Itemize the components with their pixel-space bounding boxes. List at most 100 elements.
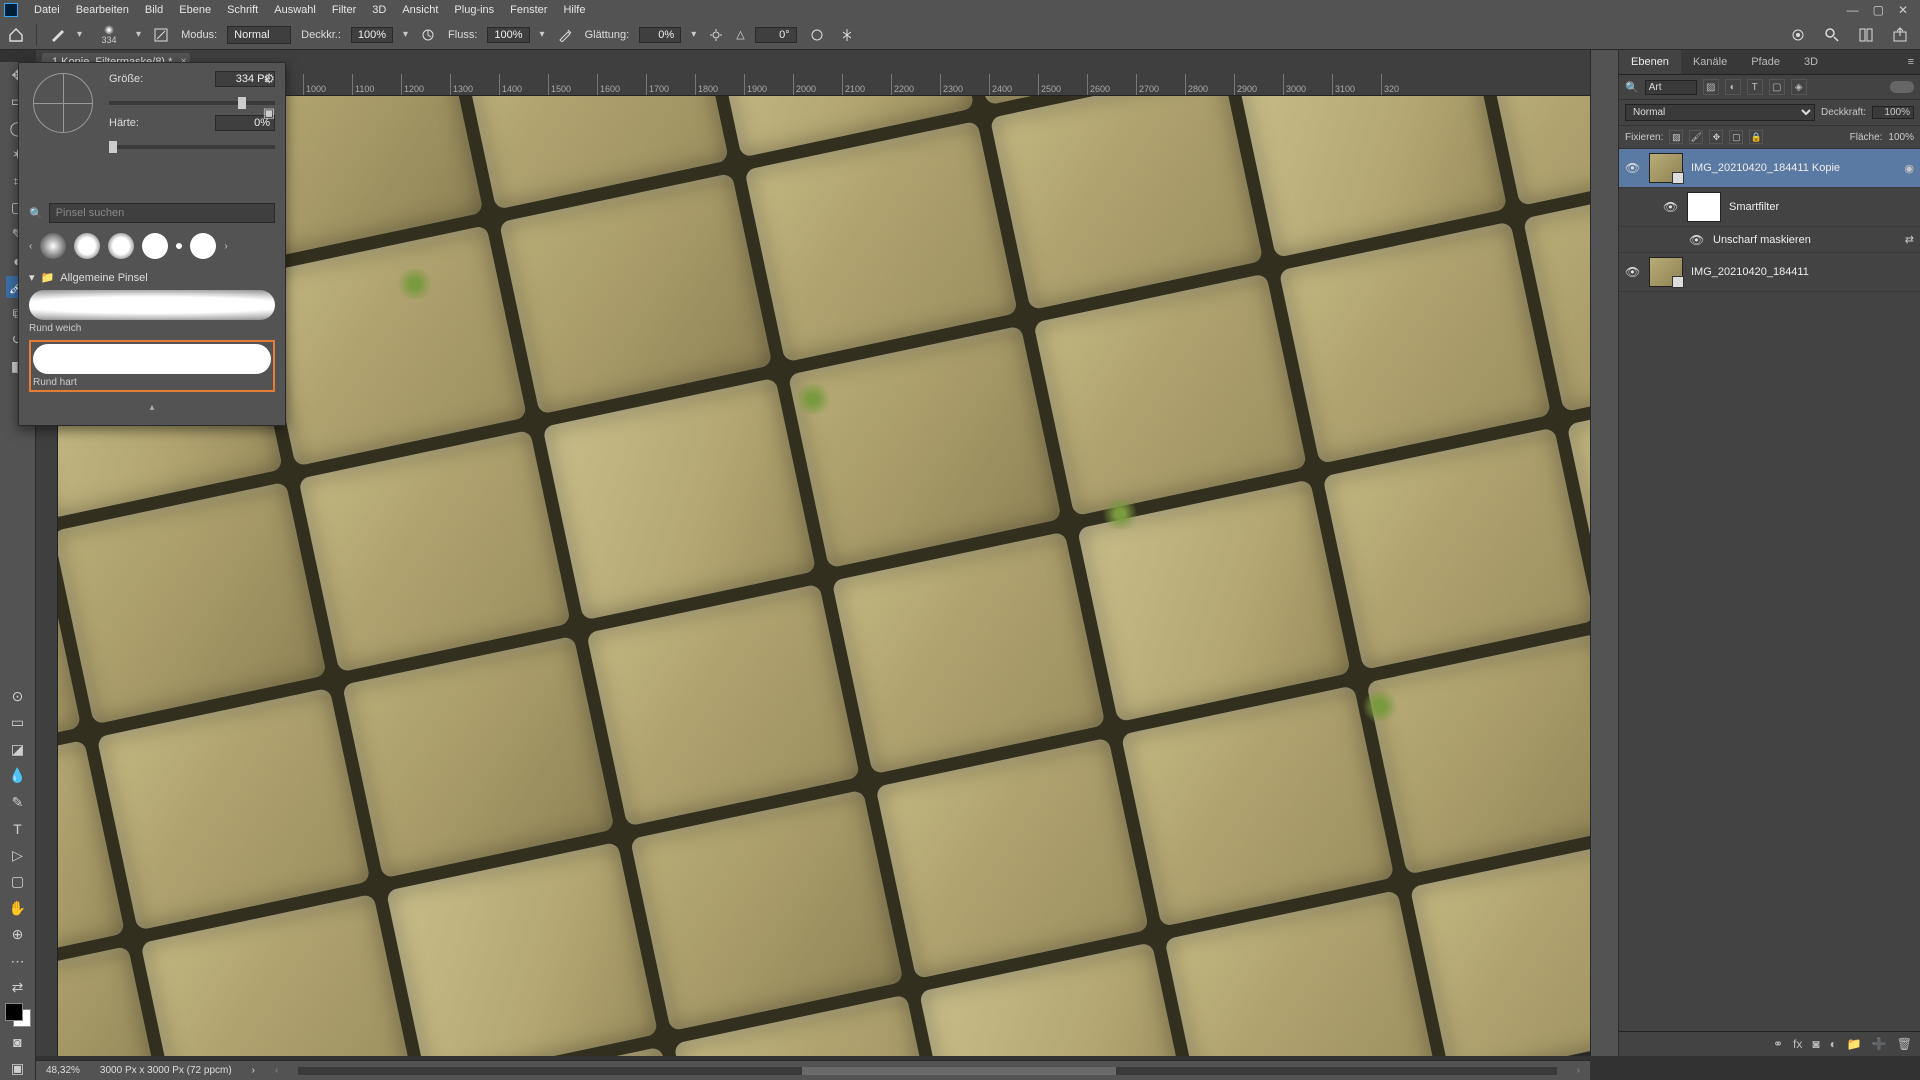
visibility-toggle-icon[interactable]: 👁 <box>1663 200 1679 214</box>
filter-blending-icon[interactable]: ⇄ <box>1905 233 1914 246</box>
window-maximize-icon[interactable]: ▢ <box>1873 3 1884 17</box>
workspace-icon[interactable] <box>1856 25 1876 45</box>
scroll-left-icon[interactable]: ‹ <box>275 1065 278 1076</box>
layer-mask-icon[interactable]: ◙ <box>1812 1037 1819 1051</box>
layer-thumbnail[interactable] <box>1649 153 1683 183</box>
brush-search-input[interactable]: Pinsel suchen <box>49 203 275 223</box>
layer-row-original[interactable]: 👁 IMG_20210420_184411 <box>1619 253 1920 292</box>
layer-fx-icon[interactable]: fx <box>1793 1037 1802 1051</box>
layer-opacity-value[interactable]: 100% <box>1872 106 1914 119</box>
search-icon[interactable] <box>1822 25 1842 45</box>
horizontal-scrollbar[interactable] <box>298 1067 1556 1075</box>
zoom-level[interactable]: 48,32% <box>46 1065 80 1076</box>
doc-info-arrow-icon[interactable]: › <box>252 1065 255 1076</box>
layer-fill-value[interactable]: 100% <box>1888 132 1914 143</box>
brush-new-preset-icon[interactable]: ▣ <box>263 105 275 121</box>
brush-size-slider[interactable] <box>109 101 275 105</box>
layer-filter-kind[interactable]: Art <box>1645 80 1697 95</box>
opacity-pressure-icon[interactable] <box>418 25 438 45</box>
size-pressure-icon[interactable] <box>807 25 827 45</box>
brush-tip-med1[interactable] <box>74 233 100 259</box>
scroll-right-icon[interactable]: › <box>1577 1065 1580 1076</box>
brush-preset-soft-round[interactable]: Rund weich <box>29 290 275 334</box>
filter-smart-icon[interactable]: ◈ <box>1791 79 1807 95</box>
edit-toolbar-icon[interactable]: ⇄ <box>6 976 30 998</box>
filter-adjust-icon[interactable]: ◐ <box>1725 79 1741 95</box>
type-tool-icon[interactable]: T <box>6 818 30 840</box>
brush-tip-med2[interactable] <box>108 233 134 259</box>
brush-tips-right-icon[interactable]: › <box>224 241 227 252</box>
menu-hilfe[interactable]: Hilfe <box>555 0 593 20</box>
menu-ansicht[interactable]: Ansicht <box>394 0 446 20</box>
cloud-docs-icon[interactable] <box>1788 25 1808 45</box>
brush-tip-small[interactable] <box>176 243 182 249</box>
tab-ebenen[interactable]: Ebenen <box>1619 50 1681 74</box>
menu-fenster[interactable]: Fenster <box>502 0 555 20</box>
delete-layer-icon[interactable]: 🗑 <box>1897 1037 1912 1051</box>
unsharp-mask-row[interactable]: 👁 Unscharf maskieren ⇄ <box>1619 227 1920 253</box>
layer-name[interactable]: IMG_20210420_184411 Kopie <box>1691 162 1840 174</box>
visibility-toggle-icon[interactable]: 👁 <box>1625 265 1641 279</box>
tab-kanaele[interactable]: Kanäle <box>1681 50 1739 74</box>
path-select-tool-icon[interactable]: ▷ <box>6 844 30 866</box>
lock-position-icon[interactable]: ✥ <box>1709 130 1723 144</box>
layer-name[interactable]: IMG_20210420_184411 <box>1691 266 1809 278</box>
smoothing-options-icon[interactable] <box>706 25 726 45</box>
filter-toggle[interactable] <box>1890 81 1914 93</box>
menu-schrift[interactable]: Schrift <box>219 0 266 20</box>
shape-tool-icon[interactable]: ▢ <box>6 870 30 892</box>
window-minimize-icon[interactable]: — <box>1847 3 1859 17</box>
lock-paint-icon[interactable]: 🖌 <box>1689 130 1703 144</box>
menu-auswahl[interactable]: Auswahl <box>266 0 324 20</box>
brush-tip-hard[interactable] <box>190 233 216 259</box>
brush-preset-picker[interactable]: 334 <box>92 23 126 47</box>
flow-value[interactable]: 100% <box>487 27 529 43</box>
layer-row-copy[interactable]: 👁 IMG_20210420_184411 Kopie ◉ <box>1619 149 1920 188</box>
link-layers-icon[interactable]: ⚭ <box>1773 1037 1783 1051</box>
gradient-tool-icon[interactable]: ◪ <box>6 738 30 760</box>
layer-blend-mode[interactable]: Normal <box>1625 104 1815 121</box>
menu-3d[interactable]: 3D <box>364 0 394 20</box>
menu-bild[interactable]: Bild <box>137 0 171 20</box>
menu-plugins[interactable]: Plug-ins <box>446 0 502 20</box>
foreground-background-swatch[interactable] <box>5 1003 31 1027</box>
brush-settings-icon[interactable]: ⚙ <box>263 71 275 87</box>
menu-bearbeiten[interactable]: Bearbeiten <box>68 0 137 20</box>
airbrush-icon[interactable] <box>555 25 575 45</box>
screen-mode-icon[interactable]: ▣ <box>6 1058 30 1080</box>
home-icon[interactable] <box>6 25 26 45</box>
menu-ebene[interactable]: Ebene <box>171 0 219 20</box>
menu-datei[interactable]: Datei <box>26 0 68 20</box>
filter-pixel-icon[interactable]: ▨ <box>1703 79 1719 95</box>
brush-tip-med3[interactable] <box>142 233 168 259</box>
canvas-viewport[interactable] <box>58 96 1590 1056</box>
layer-thumbnail[interactable] <box>1649 257 1683 287</box>
brush-hardness-slider[interactable] <box>109 145 275 149</box>
tab-3d[interactable]: 3D <box>1792 50 1830 74</box>
visibility-toggle-icon[interactable]: 👁 <box>1625 161 1641 175</box>
angle-value[interactable]: 0° <box>755 27 797 43</box>
filter-type-icon[interactable]: T <box>1747 79 1763 95</box>
panel-menu-icon[interactable]: ≡ <box>1902 50 1920 74</box>
blur-tool-icon[interactable]: 💧 <box>6 765 30 787</box>
pen-tool-icon[interactable]: ✎ <box>6 791 30 813</box>
collapsed-panels-bar[interactable] <box>1591 50 1619 1056</box>
document-dimensions[interactable]: 3000 Px x 3000 Px (72 ppcm) <box>100 1065 232 1076</box>
share-icon[interactable] <box>1890 25 1910 45</box>
tab-pfade[interactable]: Pfade <box>1739 50 1792 74</box>
filter-shape-icon[interactable]: ▢ <box>1769 79 1785 95</box>
rect-tool-icon[interactable]: ▭ <box>6 712 30 734</box>
smartfilter-row[interactable]: 👁 Smartfilter <box>1619 188 1920 227</box>
magnet-tool-icon[interactable]: ⊙ <box>6 685 30 707</box>
zoom-tool-icon[interactable]: ⊕ <box>6 923 30 945</box>
brush-tip-soft[interactable] <box>40 233 66 259</box>
visibility-toggle-icon[interactable]: 👁 <box>1689 233 1705 247</box>
blend-mode-select[interactable]: Normal <box>227 26 291 44</box>
more-tools-icon[interactable]: ⋯ <box>6 950 30 972</box>
brush-angle-widget[interactable] <box>33 73 93 133</box>
opacity-value[interactable]: 100% <box>351 27 393 43</box>
brush-tool-icon[interactable] <box>47 25 67 45</box>
lock-all-icon[interactable]: 🔒 <box>1749 130 1763 144</box>
brush-hardness-control-icon[interactable]: ▴ <box>29 402 275 413</box>
new-group-icon[interactable]: 📁 <box>1847 1037 1862 1051</box>
